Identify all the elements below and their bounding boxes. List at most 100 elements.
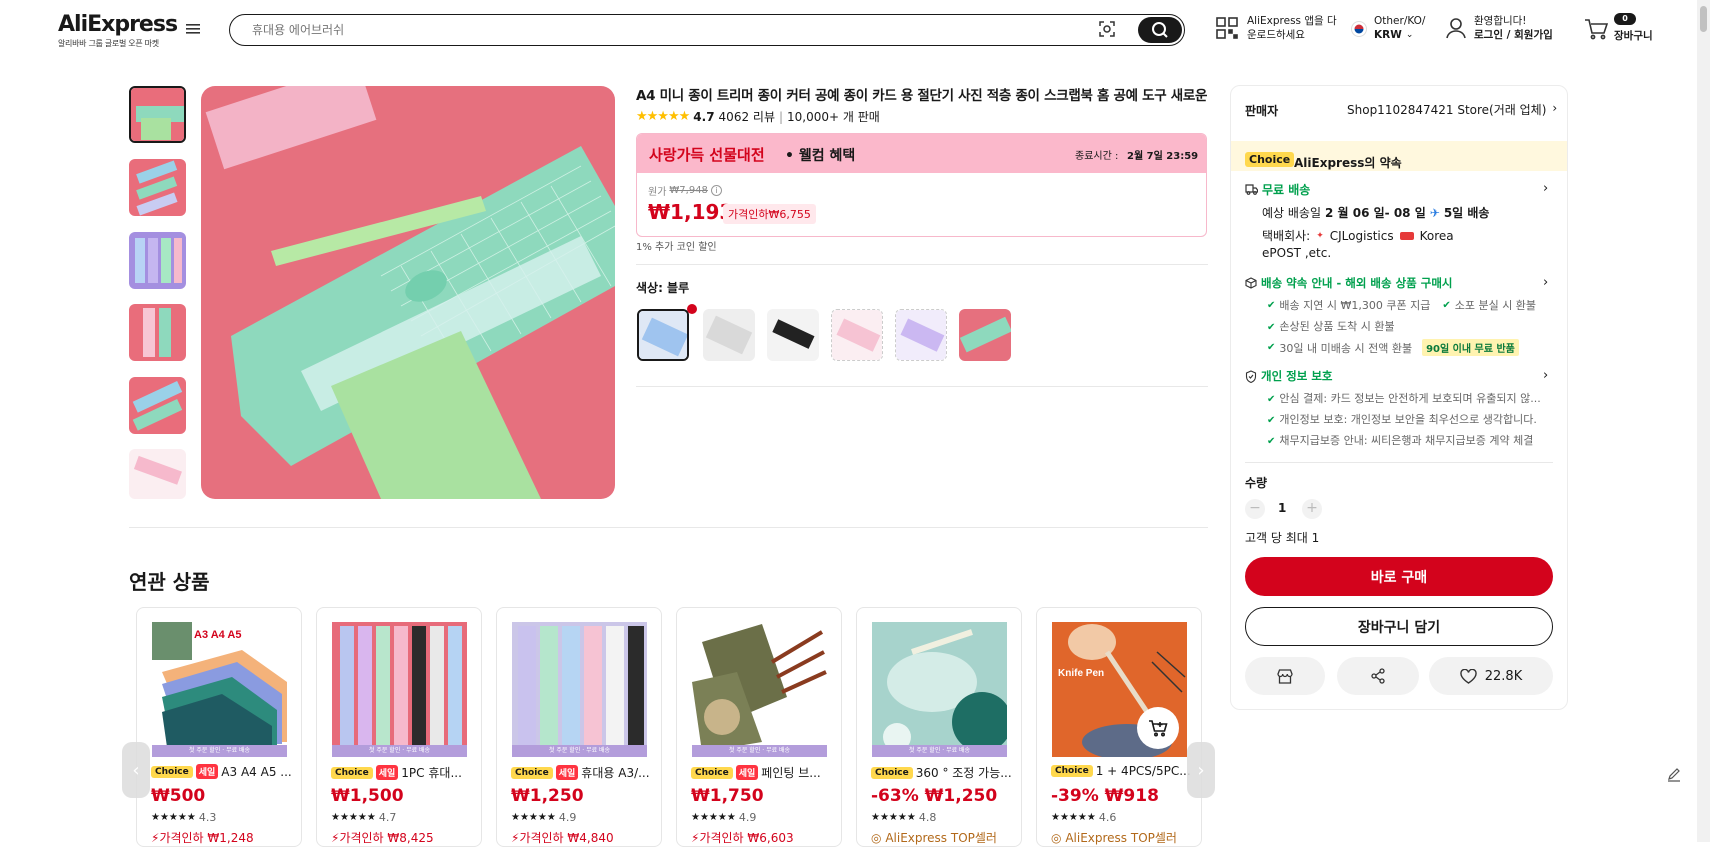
promo-end-time: 2월 7일 23:59 [1127,151,1199,162]
promo-event-title: 사랑가득 선물대전 [649,146,765,164]
color-swatch-clear[interactable] [703,309,755,361]
gallery-thumbnail[interactable] [129,377,186,434]
search-input[interactable] [252,21,1052,39]
quantity-limit: 고객 당 최대 1 [1245,531,1320,545]
privacy-label: 개인 정보 보호 [1261,369,1333,383]
gallery-thumbnail[interactable] [129,86,186,143]
star-rating-icon: ★★★★★ [331,812,376,823]
product-card-discount: ⚡가격인하 ₩4,840 [511,829,614,846]
quantity-decrease-button[interactable]: − [1245,499,1265,519]
color-swatch-blue[interactable] [637,309,689,361]
gallery-thumbnail[interactable] [129,159,186,216]
product-card[interactable]: Knife Pen Choice 1 + 4PCS/5PC... -39% ₩91… [1036,607,1202,847]
add-to-cart-icon[interactable] [1137,707,1179,749]
choice-badge: Choice [511,766,553,779]
add-to-cart-button[interactable]: 장바구니 담기 [1245,607,1553,646]
chevron-right-icon: › [1197,759,1205,781]
korea-flag-icon [1351,21,1367,37]
product-card-discount-text: 가격인하 ₩1,248 [159,831,254,845]
star-rating-icon: ★★★★★ [151,812,196,823]
qr-code-icon[interactable] [1216,17,1238,39]
color-swatch-black[interactable] [767,309,819,361]
carousel-next-button[interactable]: › [1187,742,1215,798]
rating-row[interactable]: ★★★★★ 4.7 4062 리뷰 | 10,000+ 개 판매 [636,108,880,125]
chevron-right-icon[interactable]: › [1543,181,1548,196]
product-card[interactable]: 첫 주문 할인 · 무료 배송 Choice 세일 휴대용 A3/... ₩1,25… [496,607,662,847]
color-swatch-green[interactable] [959,309,1011,361]
divider [129,527,1208,528]
privacy-row[interactable]: 개인 정보 보호 [1245,368,1333,384]
wishlist-button[interactable]: 22.8K [1429,657,1553,695]
scrollbar-thumb[interactable] [1700,6,1707,32]
free-return-badge: 90일 이내 무료 반품 [1422,339,1519,356]
product-card-image: 첫 주문 할인 · 무료 배송 [872,622,1007,757]
gallery-thumbnail[interactable] [129,449,186,499]
eta-prefix: 예상 배송일 [1262,206,1322,220]
product-card[interactable]: 첫 주문 할인 · 무료 배송 Choice 세일 1PC 휴대... ₩1,500… [316,607,482,847]
chevron-right-icon[interactable]: › [1543,368,1548,383]
check-icon: ✔ [1267,299,1276,311]
delivery-promise-row[interactable]: 배송 약속 안내 - 해외 배송 상품 구매시 [1245,275,1453,291]
product-card-price: -63% ₩1,250 [871,786,998,806]
page-scrollbar[interactable] [1697,0,1710,842]
gallery-thumbnail[interactable] [129,232,186,289]
feedback-edit-icon[interactable] [1666,766,1682,782]
top-seller-icon: ◎ [871,831,882,845]
locale-currency-selector[interactable]: Other/KO/ KRW ⌄ [1374,14,1425,42]
quantity-increase-button[interactable]: + [1302,499,1322,519]
info-icon[interactable]: i [710,185,722,196]
promise-item-text: 30일 내 미배송 시 전액 환불 [1279,341,1413,355]
seller-label: 판매자 [1245,104,1279,118]
share-button[interactable] [1337,657,1419,695]
color-swatch-purple[interactable] [895,309,947,361]
check-icon: ✔ [1267,322,1276,333]
privacy-item-text: 채무지급보증 안내: 씨티은행과 채무지급보증 계약 체결 [1279,434,1534,447]
chevron-right-icon[interactable]: › [1543,275,1548,290]
carousel-prev-button[interactable]: ‹ [122,742,150,798]
promo-price-box: 사랑가득 선물대전 • 웰컴 혜택 종료시간 : 2월 7일 23:59 원가 … [636,133,1207,237]
color-swatch-pink[interactable] [831,309,883,361]
quantity-value[interactable]: 1 [1278,501,1286,515]
account-login-link[interactable]: 환영합니다! 로그인 / 회원가입 [1474,14,1553,42]
promise-item-text: 배송 지연 시 ₩1,300 쿠폰 지급 [1279,299,1431,312]
user-account-icon[interactable] [1445,17,1467,39]
hamburger-menu-icon[interactable] [186,23,206,43]
privacy-item: ✔ 채무지급보증 안내: 씨티은행과 채무지급보증 계약 체결 [1267,432,1533,448]
search-bar [229,14,1185,46]
gallery-thumbnail[interactable] [129,304,186,361]
sale-badge: 세일 [375,765,399,780]
svg-text:A3 A4 A5: A3 A4 A5 [194,629,241,641]
product-card-discount-text: 가격인하 ₩6,603 [699,831,794,845]
top-seller-icon: ◎ [1051,831,1062,845]
delivery-promise-label: 배송 약속 안내 - 해외 배송 상품 구매시 [1261,276,1453,290]
related-products-title: 연관 상품 [129,570,210,594]
chevron-down-icon: ⌄ [1405,30,1414,40]
product-card[interactable]: 첫 주문 할인 · 무료 배송 Choice 세일 페인팅 브... ₩1,750 … [676,607,842,847]
product-card[interactable]: A3 A4 A5 첫 주문 할인 · 무료 배송 Choice 세일 A3 A4 A… [136,607,302,847]
seller-store-link[interactable]: Shop1102847421 Store(거래 업체) › [1347,101,1557,118]
store-button[interactable] [1245,657,1325,695]
free-shipping-row[interactable]: 무료 배송 [1245,181,1310,198]
airplane-icon: ✈ [1429,205,1440,220]
product-card-price: ₩1,750 [691,786,764,806]
sale-badge: 세일 [735,765,759,780]
image-search-camera-icon[interactable] [1098,20,1116,38]
buy-now-button[interactable]: 바로 구매 [1245,557,1553,596]
product-card-name: A3 A4 A5 ... [221,764,292,779]
welcome-text: 환영합니다! [1474,15,1527,27]
product-card[interactable]: 첫 주문 할인 · 무료 배송 Choice 360 ° 조정 가능... -63… [856,607,1022,847]
product-card-name: 360 ° 조정 가능... [915,766,1012,780]
cart-label[interactable]: 장바구니 [1614,28,1653,43]
aliexpress-logo[interactable]: AliExpress 알리바바 그룹 글로벌 오픈 마켓 [58,12,178,49]
search-button[interactable] [1138,17,1182,43]
carrier-cj: CJLogistics [1329,228,1394,243]
product-title: A4 미니 종이 트리머 종이 커터 공예 종이 카드 용 절단기 사진 적층 … [636,88,1208,104]
quantity-label: 수량 [1245,476,1268,490]
eta-dates: 2 월 06 일- 08 일 [1325,206,1426,220]
app-download-link[interactable]: AliExpress 앱을 다 운로드하세요 [1247,14,1337,42]
main-product-image[interactable] [201,86,615,499]
product-card-discount-text: 가격인하 ₩4,840 [519,831,614,845]
divider [1245,462,1553,463]
store-icon [1277,668,1293,684]
cart-icon[interactable] [1584,18,1608,40]
